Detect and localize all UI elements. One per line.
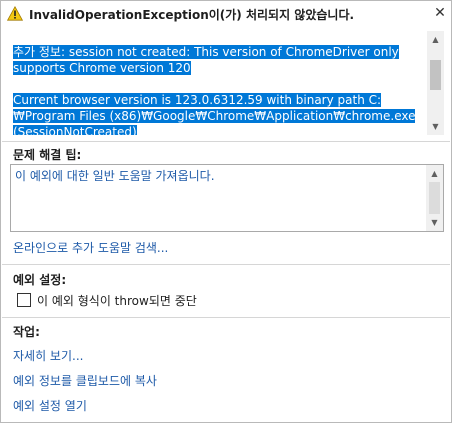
tips-scrollbar[interactable]: ▲ ▼	[426, 165, 443, 231]
copy-to-clipboard-link[interactable]: 예외 정보를 클립보드에 복사	[13, 372, 157, 389]
scroll-down-icon[interactable]: ▼	[427, 118, 444, 135]
online-help-link[interactable]: 온라인으로 추가 도움말 검색...	[13, 239, 168, 256]
open-exception-settings-link[interactable]: 예외 설정 열기	[13, 397, 87, 414]
tips-scroll-thumb[interactable]	[429, 182, 440, 214]
message-line-browser-version: Current browser version is 123.0.6312.59…	[13, 93, 416, 135]
break-on-throw-checkbox[interactable]	[17, 293, 31, 307]
dialog-title: InvalidOperationException이(가) 처리되지 않았습니다…	[29, 8, 355, 22]
divider	[2, 317, 450, 318]
troubleshooting-tips-list[interactable]: 이 예외에 대한 일반 도움말 가져옵니다. ▲ ▼	[10, 164, 444, 232]
message-scroll-thumb[interactable]	[430, 60, 441, 90]
close-icon[interactable]: ✕	[432, 4, 448, 22]
scroll-up-icon[interactable]: ▲	[427, 31, 444, 48]
exception-message-box[interactable]: 추가 정보: session not created: This version…	[8, 31, 444, 135]
message-scrollbar[interactable]: ▲ ▼	[427, 31, 444, 135]
troubleshooting-title: 문제 해결 팁:	[13, 148, 82, 162]
exception-settings-title: 예외 설정:	[13, 273, 67, 287]
divider	[2, 264, 450, 265]
exception-message: 추가 정보: session not created: This version…	[13, 44, 418, 135]
scroll-up-icon[interactable]: ▲	[426, 165, 443, 182]
actions-title: 작업:	[13, 325, 40, 339]
exception-dialog: InvalidOperationException이(가) 처리되지 않았습니다…	[0, 0, 452, 423]
tip-general-help-link[interactable]: 이 예외에 대한 일반 도움말 가져옵니다.	[15, 167, 215, 184]
view-detail-link[interactable]: 자세히 보기...	[13, 347, 83, 364]
break-on-throw-label[interactable]: 이 예외 형식이 throw되면 중단	[37, 292, 197, 309]
warning-icon	[7, 6, 23, 21]
divider	[2, 141, 450, 142]
message-line-additional-info: 추가 정보: session not created: This version…	[13, 45, 399, 75]
scroll-down-icon[interactable]: ▼	[426, 214, 443, 231]
title-bar: InvalidOperationException이(가) 처리되지 않았습니다…	[1, 1, 451, 27]
